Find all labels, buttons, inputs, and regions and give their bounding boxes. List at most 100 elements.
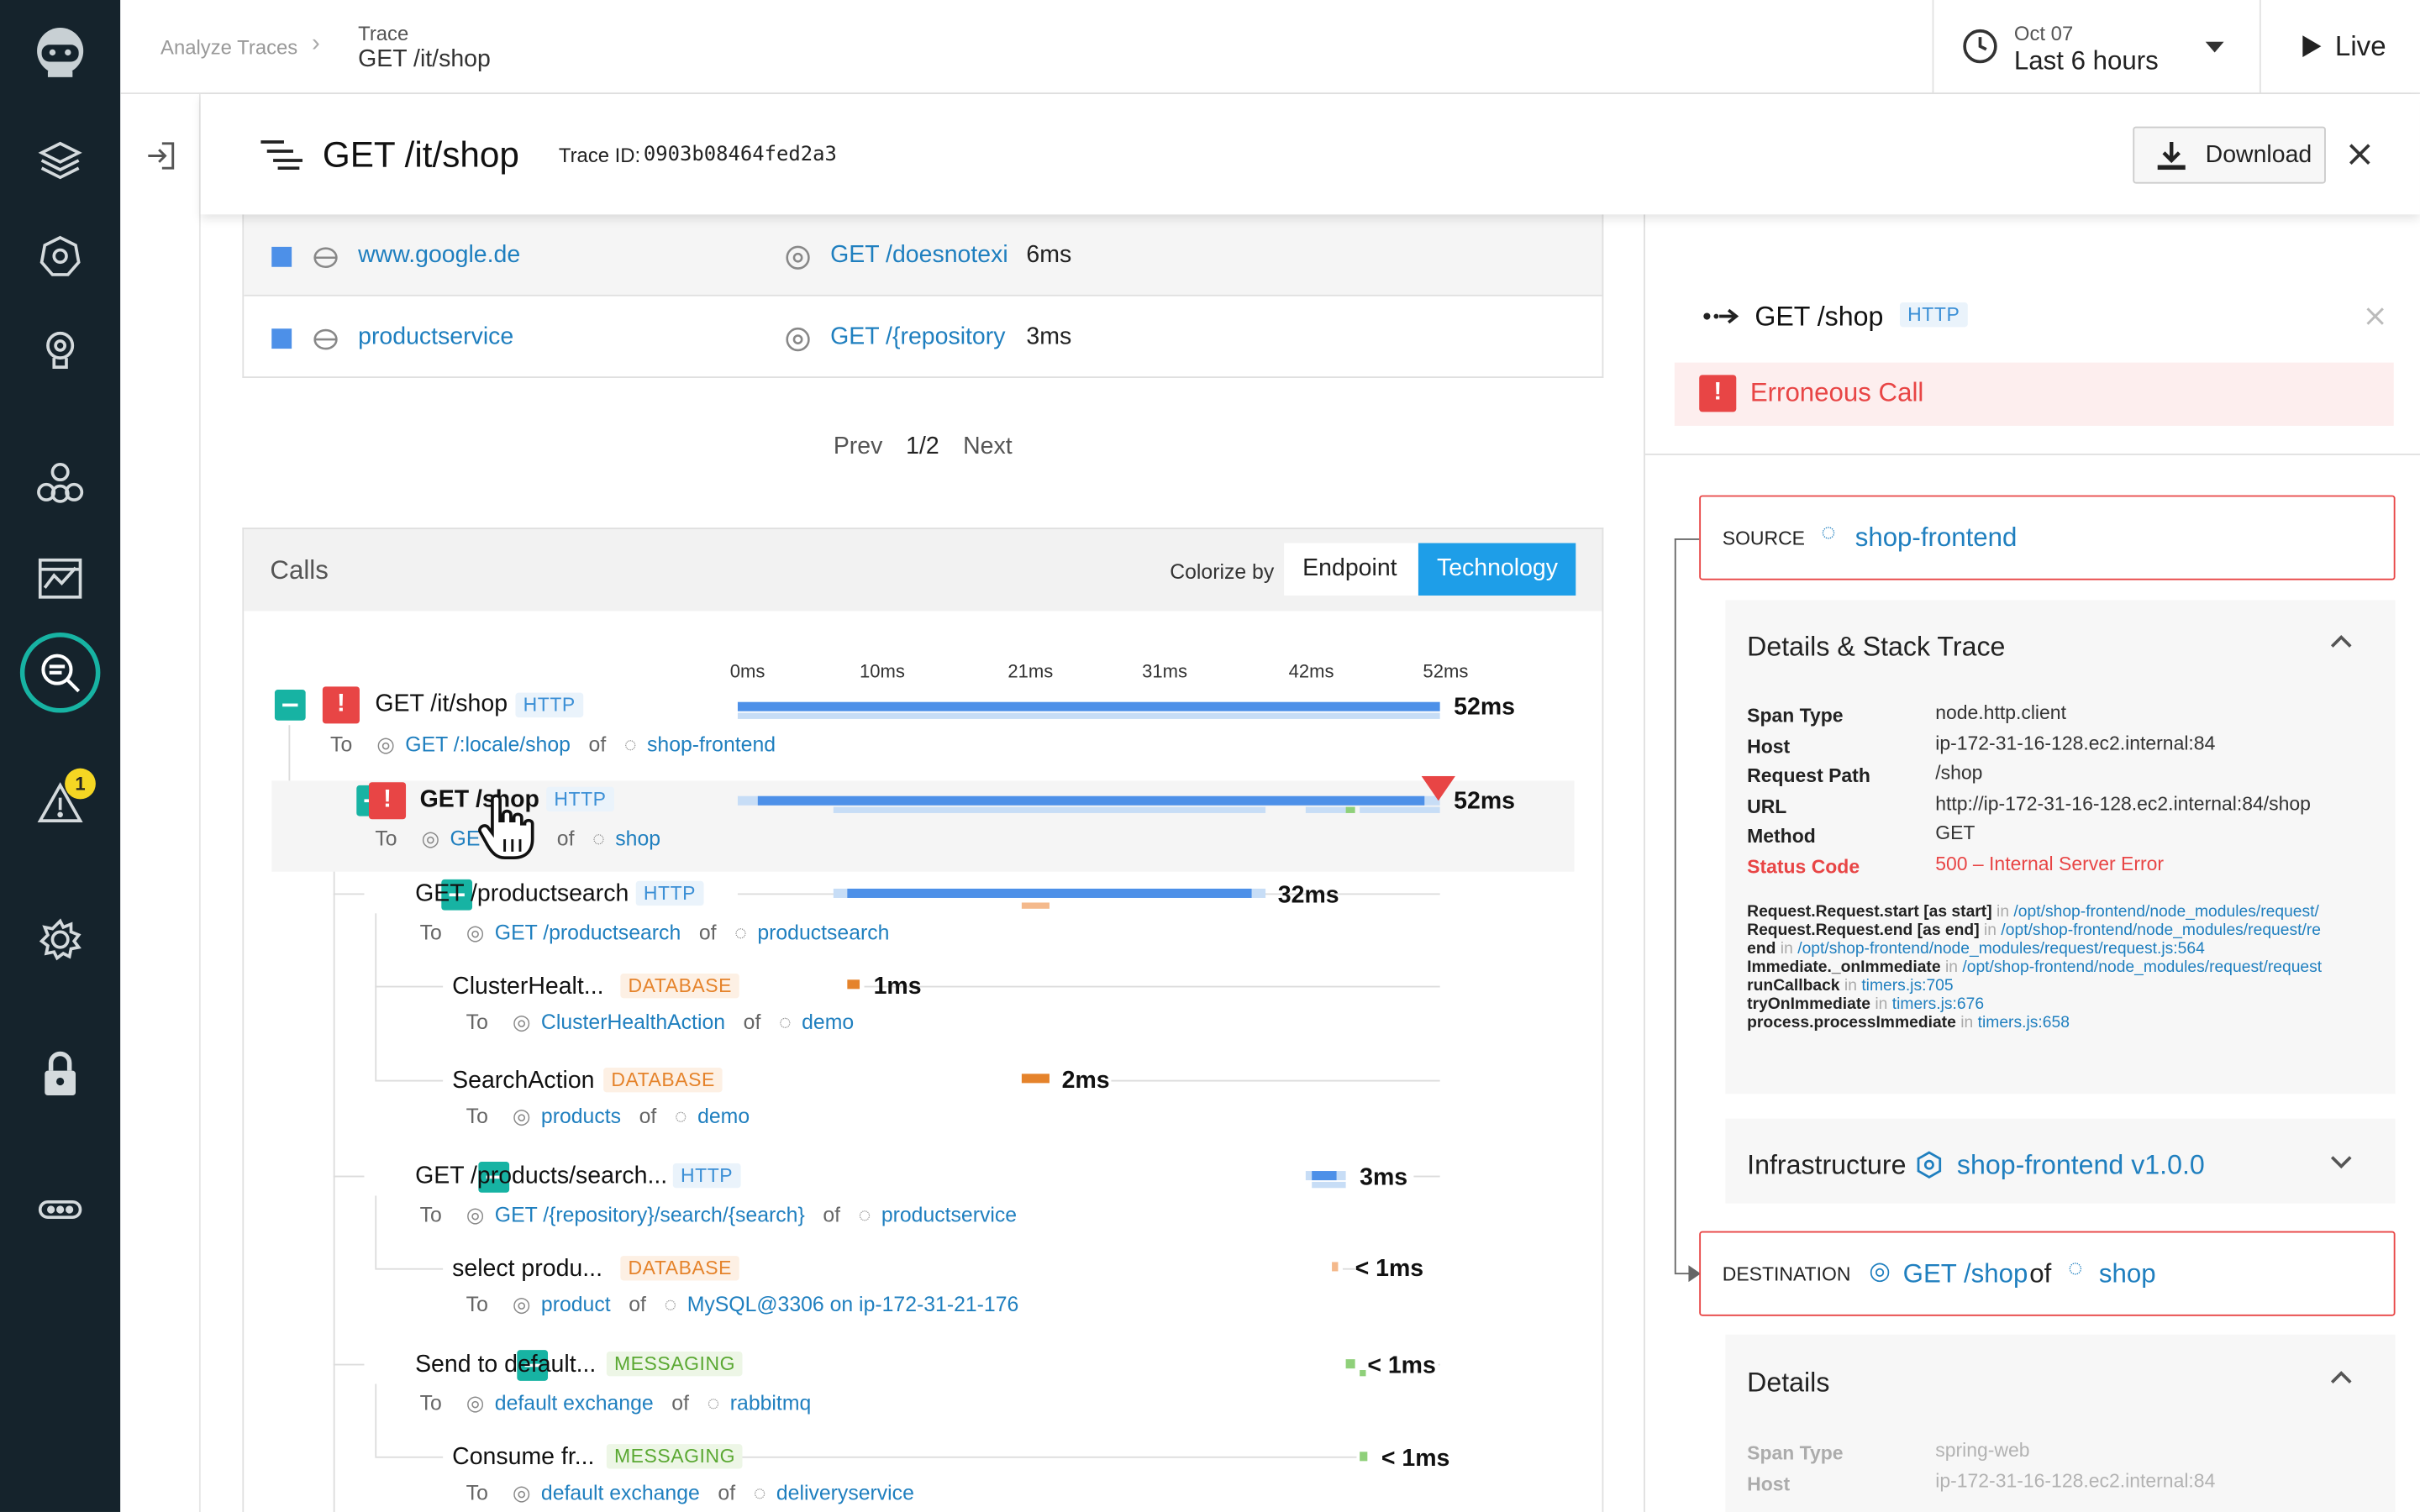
to-label: To bbox=[466, 1481, 488, 1504]
call-name[interactable]: GET /products/search... bbox=[415, 1163, 667, 1191]
endpoint-link[interactable]: default exchange bbox=[495, 1392, 654, 1415]
sidebar: 1 bbox=[0, 0, 121, 1512]
kv-value: http://ip-172-31-16-128.ec2.internal:84/… bbox=[1935, 792, 2311, 814]
destination-service-link[interactable]: shop bbox=[2099, 1259, 2156, 1290]
service-icon: ◌ bbox=[2068, 1256, 2083, 1283]
collapse-toggle[interactable] bbox=[274, 690, 306, 721]
call-name[interactable]: ClusterHealt... bbox=[452, 974, 603, 1001]
destination-box[interactable]: DESTINATION ◎ GET /shop of ◌ shop bbox=[1699, 1231, 2396, 1316]
call-detail-panel: GET /shop HTTP ! Erroneous Call SOURCE ◌… bbox=[1644, 214, 2420, 1512]
close-detail-icon[interactable] bbox=[2366, 307, 2385, 326]
call-name[interactable]: GET /productsearch bbox=[415, 881, 629, 909]
pager-next[interactable]: Next bbox=[963, 433, 1013, 461]
analyze-traces-icon[interactable] bbox=[19, 633, 101, 713]
endpoint-icon: ◎ bbox=[421, 827, 440, 851]
call-name[interactable]: SearchAction bbox=[452, 1068, 594, 1095]
service-link[interactable]: www.google.de bbox=[358, 242, 520, 270]
close-icon[interactable] bbox=[2348, 142, 2372, 166]
table-row[interactable]: productservice GET /{repository 3ms bbox=[244, 294, 1602, 376]
time-range-picker[interactable]: Oct 07 Last 6 hours bbox=[1932, 0, 2260, 95]
tech-tag: MESSAGING bbox=[606, 1444, 744, 1469]
service-link[interactable]: demo bbox=[802, 1011, 854, 1034]
span-bar[interactable] bbox=[1312, 1171, 1337, 1181]
dashboard-chart-icon[interactable] bbox=[29, 548, 91, 609]
service-link[interactable]: shop bbox=[615, 827, 660, 850]
source-service-link[interactable]: shop-frontend bbox=[1855, 523, 2018, 554]
breadcrumb-root[interactable]: Analyze Traces bbox=[160, 35, 297, 59]
time-range-date: Oct 07 bbox=[2013, 21, 2074, 45]
endpoint-link[interactable]: GET /:locale/shop bbox=[405, 732, 571, 756]
live-button[interactable]: Live bbox=[2259, 0, 2420, 95]
chevron-down-icon[interactable] bbox=[2330, 1156, 2352, 1170]
endpoint-link[interactable]: default exchange bbox=[541, 1481, 700, 1504]
stack-path[interactable]: timers.js:705 bbox=[1861, 977, 1953, 995]
endpoint-link[interactable]: GET /{repository}/search/{search} bbox=[495, 1204, 805, 1227]
destination-endpoint-link[interactable]: GET /shop bbox=[1903, 1259, 2028, 1290]
service-link[interactable]: MySQL@3306 on ip-172-31-21-176 bbox=[687, 1293, 1019, 1316]
expand-panel-icon[interactable] bbox=[145, 140, 176, 171]
details-stack-title[interactable]: Details & Stack Trace bbox=[1747, 631, 2005, 664]
infrastructure-section[interactable]: Infrastructure shop-frontend v1.0.0 bbox=[1725, 1118, 2396, 1204]
call-name[interactable]: GET /it/shop bbox=[375, 691, 508, 719]
chevron-up-icon[interactable] bbox=[2330, 634, 2352, 648]
span-bar[interactable] bbox=[847, 979, 860, 990]
trace-title: GET /it/shop bbox=[322, 134, 519, 175]
call-sub: To ◎ default exchange of ◌ rabbitmq bbox=[420, 1392, 812, 1416]
stack-path[interactable]: /opt/shop-frontend/node_modules/request/… bbox=[1797, 940, 2205, 958]
call-name[interactable]: Send to default... bbox=[415, 1352, 596, 1379]
more-icon[interactable] bbox=[29, 1179, 91, 1240]
kv-value: /shop bbox=[1935, 762, 1983, 785]
trace-id: 0903b08464fed2a3 bbox=[643, 143, 837, 167]
endpoint-link[interactable]: ClusterHealthAction bbox=[541, 1011, 725, 1034]
span-bar[interactable] bbox=[1345, 1359, 1355, 1369]
source-box[interactable]: SOURCE ◌ shop-frontend bbox=[1699, 495, 2396, 580]
stack-path[interactable]: /opt/shop-frontend/node_modules/request/… bbox=[1962, 958, 2322, 977]
download-button[interactable]: Download bbox=[2133, 126, 2326, 184]
endpoint-link[interactable]: GET /doesnotexi bbox=[830, 242, 1008, 270]
stack-path[interactable]: timers.js:676 bbox=[1892, 995, 1984, 1014]
span-bar[interactable] bbox=[847, 888, 1252, 898]
endpoint-icon: ◎ bbox=[512, 1481, 531, 1504]
endpoint-link[interactable]: GET /{repository bbox=[830, 324, 1005, 352]
service-link[interactable]: productservice bbox=[358, 324, 513, 352]
chevron-up-icon[interactable] bbox=[2330, 1370, 2352, 1384]
endpoint-link[interactable]: GET /productsearch bbox=[495, 921, 681, 945]
stack-path[interactable]: /opt/shop-frontend/node_modules/request/… bbox=[2001, 921, 2321, 940]
robot-logo-icon[interactable] bbox=[29, 18, 91, 80]
stack-path[interactable]: /opt/shop-frontend/node_modules/request/ bbox=[2013, 902, 2318, 921]
infrastructure-link[interactable]: shop-frontend v1.0.0 bbox=[1957, 1149, 2205, 1182]
service-link[interactable]: productsearch bbox=[757, 921, 889, 945]
service-link[interactable]: deliveryservice bbox=[776, 1481, 914, 1504]
pager-prev[interactable]: Prev bbox=[834, 433, 883, 461]
service-link[interactable]: rabbitmq bbox=[730, 1392, 811, 1415]
span-bar[interactable] bbox=[1360, 1452, 1368, 1462]
colorize-endpoint-button[interactable]: Endpoint bbox=[1284, 543, 1418, 596]
to-label: To bbox=[375, 827, 397, 851]
endpoint-link[interactable]: products bbox=[541, 1105, 621, 1128]
service-link[interactable]: demo bbox=[697, 1105, 750, 1128]
service-icon: ◌ bbox=[858, 1203, 871, 1227]
span-bar[interactable] bbox=[1021, 1074, 1050, 1084]
span-bar[interactable] bbox=[1332, 1262, 1339, 1272]
tech-tag: HTTP bbox=[635, 880, 704, 906]
lock-icon[interactable] bbox=[29, 1043, 91, 1105]
kv-key: Host bbox=[1747, 735, 1791, 757]
colorize-technology-button[interactable]: Technology bbox=[1418, 543, 1576, 596]
layers-icon[interactable] bbox=[29, 129, 91, 191]
settings-gear-icon[interactable] bbox=[29, 909, 91, 970]
details-title[interactable]: Details bbox=[1747, 1367, 1829, 1399]
services-icon[interactable] bbox=[29, 452, 91, 513]
table-row[interactable]: www.google.de GET /doesnotexi 6ms bbox=[244, 214, 1602, 295]
bulb-icon[interactable] bbox=[29, 319, 91, 381]
span-bar[interactable] bbox=[737, 701, 1440, 711]
stack-path[interactable]: timers.js:658 bbox=[1978, 1014, 2070, 1032]
tick-label: 31ms bbox=[1142, 660, 1188, 682]
error-icon: ! bbox=[368, 782, 407, 820]
kubernetes-icon[interactable] bbox=[29, 225, 91, 286]
service-link[interactable]: shop-frontend bbox=[647, 732, 776, 756]
service-link[interactable]: productservice bbox=[881, 1204, 1017, 1227]
span-bar[interactable] bbox=[757, 795, 1425, 806]
endpoint-link[interactable]: product bbox=[541, 1293, 611, 1316]
call-name[interactable]: select produ... bbox=[452, 1256, 602, 1284]
call-name[interactable]: Consume fr... bbox=[452, 1444, 594, 1472]
